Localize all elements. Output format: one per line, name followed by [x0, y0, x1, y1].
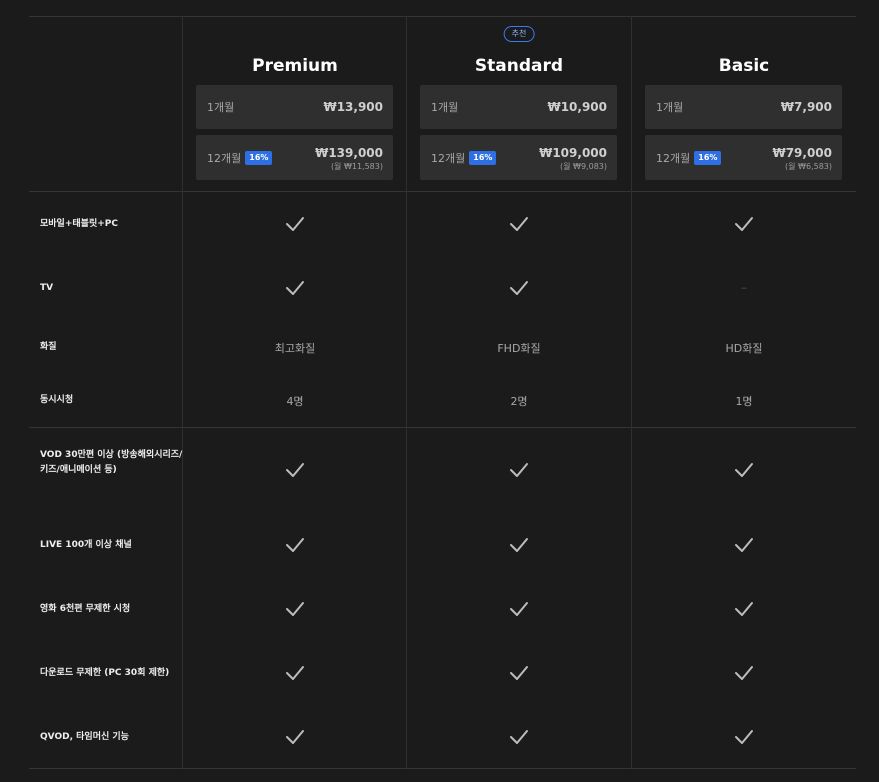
price-value: ₩10,900 [547, 100, 607, 114]
period-label: 1개월 [207, 101, 235, 114]
price-value: ₩109,000 [539, 146, 607, 160]
check-icon [632, 536, 856, 554]
period-label: 12개월 [431, 151, 466, 165]
plan-comparison-table: Premium 1개월 ₩13,900 12개월 16% ₩139,000 (월 ₩… [29, 16, 856, 769]
not-available-dash: – [741, 281, 747, 294]
plan-column-premium: Premium 1개월 ₩13,900 12개월 16% ₩139,000 (월 ₩… [183, 16, 407, 191]
plan-name: Standard [474, 56, 564, 76]
period-label: 1개월 [656, 101, 684, 114]
period-label: 12개월 [207, 151, 242, 165]
check-icon [183, 728, 407, 746]
check-icon [183, 461, 407, 479]
price-option-yearly[interactable]: 12개월 16% ₩139,000 (월 ₩11,583) [196, 135, 393, 180]
recommend-badge: 추천 [503, 26, 535, 42]
period-label: 1개월 [431, 101, 459, 114]
divider [29, 427, 856, 428]
feature-value: 1명 [735, 395, 753, 408]
check-icon [632, 600, 856, 618]
check-icon [632, 461, 856, 479]
feature-label: 영화 6천편 무제한 시청 [40, 603, 131, 614]
price-option-yearly[interactable]: 12개월 16% ₩79,000 (월 ₩6,583) [645, 135, 842, 180]
price-option-monthly[interactable]: 1개월 ₩7,900 [645, 85, 842, 129]
feature-label: VOD 30만편 이상 (방송해외시리즈/키즈/애니메이션 등) [40, 449, 183, 475]
feature-label: 다운로드 무제한 (PC 30회 제한) [40, 667, 170, 678]
feature-value: 최고화질 [274, 342, 316, 355]
feature-value: HD화질 [725, 342, 763, 355]
check-icon [407, 279, 631, 297]
check-icon [183, 536, 407, 554]
check-icon [407, 600, 631, 618]
price-value: ₩139,000 [315, 146, 383, 160]
plan-column-standard: 추천 Standard 1개월 ₩10,900 12개월 16% ₩109,000… [407, 16, 631, 191]
divider [29, 768, 856, 769]
plan-name: Basic [718, 56, 770, 76]
period-label: 12개월 [656, 151, 691, 165]
feature-value: 2명 [510, 395, 528, 408]
price-value: ₩7,900 [780, 100, 832, 114]
feature-label: TV [40, 282, 54, 293]
check-icon [632, 664, 856, 682]
feature-value: 4명 [286, 395, 304, 408]
check-icon [407, 536, 631, 554]
plan-name: Premium [252, 56, 338, 76]
monthly-equivalent: (월 ₩6,583) [785, 162, 832, 171]
feature-value: FHD화질 [497, 342, 541, 355]
divider [29, 191, 856, 192]
price-value: ₩79,000 [772, 146, 832, 160]
check-icon [183, 215, 407, 233]
monthly-equivalent: (월 ₩11,583) [330, 162, 383, 171]
discount-badge: 16% [469, 150, 497, 165]
check-icon [632, 728, 856, 746]
monthly-equivalent: (월 ₩9,083) [560, 162, 607, 171]
check-icon [183, 279, 407, 297]
feature-label: 동시시청 [40, 394, 74, 405]
plan-column-basic: Basic 1개월 ₩7,900 12개월 16% ₩79,000 (월 ₩6,58… [632, 16, 856, 191]
check-icon [183, 600, 407, 618]
discount-badge: 16% [245, 150, 273, 165]
feature-label: LIVE 100개 이상 채널 [40, 539, 132, 550]
price-option-yearly[interactable]: 12개월 16% ₩109,000 (월 ₩9,083) [420, 135, 617, 180]
price-option-monthly[interactable]: 1개월 ₩13,900 [196, 85, 393, 129]
check-icon [632, 215, 856, 233]
feature-label: QVOD, 타임머신 기능 [40, 731, 129, 742]
discount-badge: 16% [694, 150, 722, 165]
check-icon [407, 461, 631, 479]
check-icon [183, 664, 407, 682]
feature-label: 화질 [40, 341, 57, 352]
feature-label: 모바일+태블릿+PC [40, 218, 118, 229]
check-icon [407, 728, 631, 746]
price-option-monthly[interactable]: 1개월 ₩10,900 [420, 85, 617, 129]
check-icon [407, 664, 631, 682]
check-icon [407, 215, 631, 233]
price-value: ₩13,900 [323, 100, 383, 114]
